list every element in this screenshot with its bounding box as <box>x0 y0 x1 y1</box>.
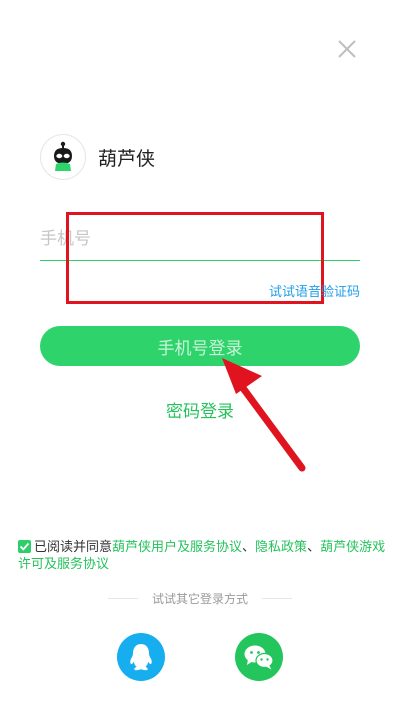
agreement-separator: 、 <box>242 540 256 555</box>
agreement-text: 已阅读并同意葫芦侠用户及服务协议、隐私政策、葫芦侠游戏许可及服务协议 <box>18 539 386 573</box>
check-icon <box>19 542 30 551</box>
other-login-label: 试试其它登录方式 <box>151 592 248 606</box>
app-name: 葫芦侠 <box>98 147 156 170</box>
app-header: 葫芦侠 <box>40 133 155 181</box>
wechat-icon <box>244 645 274 670</box>
close-button[interactable] <box>334 36 360 62</box>
privacy-policy-link[interactable]: 隐私政策 <box>255 540 307 555</box>
close-icon <box>338 40 356 58</box>
agreement-prefix: 已阅读并同意 <box>34 540 113 555</box>
annotation-arrow <box>222 358 306 472</box>
qq-login-button[interactable] <box>117 633 165 681</box>
agreement-checkbox[interactable] <box>18 540 31 553</box>
user-agreement-link[interactable]: 葫芦侠用户及服务协议 <box>112 540 242 555</box>
voice-code-link[interactable]: 试试语音验证码 <box>269 281 360 300</box>
qq-icon <box>130 644 152 671</box>
password-login-link[interactable]: 密码登录 <box>0 397 400 422</box>
other-login-divider: 试试其它登录方式 <box>0 590 400 608</box>
agreement-separator: 、 <box>307 540 321 555</box>
wechat-login-button[interactable] <box>235 633 283 681</box>
app-logo-icon <box>40 134 86 180</box>
divider-line-right <box>262 598 292 599</box>
